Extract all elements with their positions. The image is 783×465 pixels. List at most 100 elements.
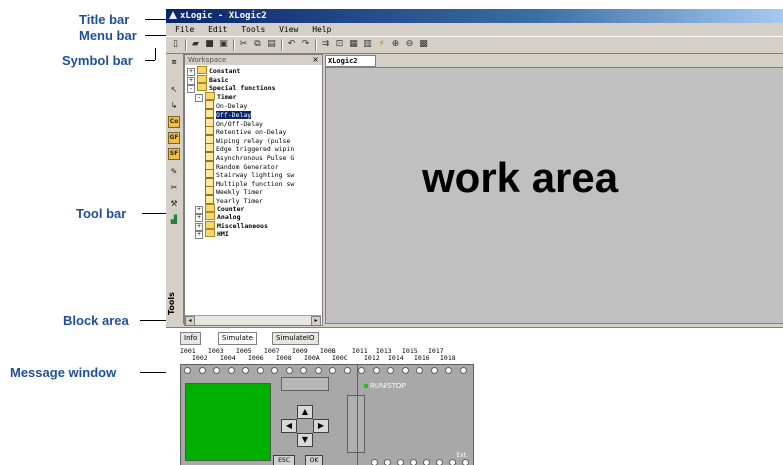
tree-item[interactable]: Weekly Timer (205, 186, 263, 196)
tree-item[interactable]: Asynchronous Pulse G (205, 152, 294, 162)
expand-icon[interactable]: + (195, 231, 203, 240)
output-terminal (436, 459, 443, 465)
workspace-header: Workspace × (185, 55, 322, 65)
menu-tools[interactable]: Tools (241, 23, 265, 36)
collapse-icon[interactable]: - (195, 93, 203, 102)
output-terminal (449, 459, 456, 465)
block-tree: + Constant + Basic - Special functions - Timer O… (185, 66, 321, 314)
tree-item[interactable]: Wiping relay (pulse (205, 134, 290, 145)
workspace-title: Workspace (188, 56, 227, 64)
redo-icon[interactable]: ↷ (300, 39, 311, 50)
key-up-icon[interactable]: ▲ (297, 405, 313, 419)
layers-icon[interactable]: ⧈ (168, 56, 180, 68)
esc-button[interactable]: ESC (273, 455, 295, 465)
copy-icon[interactable]: ⧉ (252, 39, 263, 50)
scroll-left-icon[interactable]: ◂ (185, 316, 195, 326)
callout-line-message-window (140, 372, 166, 373)
input-terminal (198, 367, 206, 374)
menu-view[interactable]: View (279, 23, 298, 36)
flash-icon[interactable]: ⚡ (376, 39, 387, 50)
paste-icon[interactable]: ▤ (266, 39, 277, 50)
output-terminal (410, 459, 417, 465)
tree-folder[interactable]: + Analog (195, 212, 240, 223)
tree-folder[interactable]: + HMI (195, 229, 229, 240)
tab-simulate-io[interactable]: SimulateIO (272, 332, 319, 345)
key-right-icon[interactable]: ▶ (313, 419, 329, 433)
callout-menu-bar: Menu bar (79, 28, 137, 43)
callout-tool-bar: Tool bar (76, 206, 127, 221)
connector-icon[interactable]: ↳ (168, 100, 180, 112)
close-icon[interactable]: × (312, 55, 319, 65)
input-terminal (285, 367, 293, 374)
tree-item[interactable]: Edge triggered wipin (205, 143, 294, 153)
tool-constant[interactable]: Co (168, 116, 180, 128)
text-icon[interactable]: ✎ (168, 166, 180, 178)
input-terminal (430, 367, 438, 374)
tree-folder[interactable]: + Counter (195, 203, 244, 214)
plc-device: ▲ ◀ ▶ ▼ ESC OK RUN/STOP Ext. (180, 364, 474, 465)
zoom-out-icon[interactable]: ⊖ (404, 39, 415, 50)
scroll-right-icon[interactable]: ▸ (311, 316, 321, 326)
callout-line-tool-bar (142, 213, 166, 214)
tool-special-function[interactable]: SF (168, 148, 180, 160)
tab-simulate[interactable]: Simulate (218, 332, 257, 345)
tree-folder[interactable]: - Special functions (187, 83, 276, 94)
input-terminal (184, 367, 191, 374)
input-label: I00C (332, 354, 348, 362)
tree-folder[interactable]: + Miscellaneous (195, 220, 268, 231)
folder-icon (197, 66, 207, 74)
cut-icon[interactable]: ✂ (238, 39, 249, 50)
tree-item[interactable]: On/Off-Delay (205, 117, 263, 128)
input-terminal (271, 367, 278, 374)
save-icon[interactable]: ■ (204, 39, 215, 50)
app-icon (169, 10, 177, 19)
input-terminal (256, 367, 264, 374)
workspace-horizontal-scrollbar[interactable]: ◂ ▸ (185, 315, 321, 326)
key-left-icon[interactable]: ◀ (281, 419, 297, 433)
tree-item[interactable]: Yearly Timer (205, 195, 263, 205)
save-all-icon[interactable]: ▣ (218, 39, 229, 50)
undo-icon[interactable]: ↶ (286, 39, 297, 50)
input-terminal (445, 367, 452, 374)
title-bar[interactable]: xLogic - XLogic2 (166, 9, 783, 23)
new-icon[interactable]: ▯ (170, 39, 181, 50)
zoom-in-icon[interactable]: ⊕ (390, 39, 401, 50)
input-label: I004 (220, 354, 236, 362)
tree-item[interactable]: Retentive on-Delay (205, 126, 286, 136)
ok-button[interactable]: OK (305, 455, 323, 465)
tree-item[interactable]: On-Delay (205, 100, 247, 110)
grid-icon[interactable]: ▩ (418, 39, 429, 50)
tree-item[interactable]: Multiple function sw (205, 177, 294, 188)
editor-tab[interactable]: XLogic2 (325, 55, 376, 67)
tree-folder[interactable]: + Constant (187, 66, 240, 76)
simulate-icon[interactable]: ▦ (348, 39, 359, 50)
input-terminal (314, 367, 322, 374)
input-terminal (372, 367, 380, 374)
menu-edit[interactable]: Edit (208, 23, 227, 36)
zoom-fit-icon[interactable]: ⊡ (334, 39, 345, 50)
tool-basic-function[interactable]: GF (168, 132, 180, 144)
tree-item[interactable]: Random Generator (205, 160, 279, 171)
key-down-icon[interactable]: ▼ (297, 433, 313, 447)
callout-line-title-bar (145, 19, 167, 20)
connect-icon[interactable]: ⇉ (320, 39, 331, 50)
print-icon[interactable]: ▥ (362, 39, 373, 50)
tab-info[interactable]: Info (180, 332, 202, 345)
open-icon[interactable]: ▰ (190, 39, 201, 50)
tree-folder[interactable]: - Timer (195, 91, 237, 102)
folder-icon (197, 83, 207, 92)
folder-icon (205, 229, 215, 238)
cut-wire-icon[interactable]: ✂ (168, 182, 180, 194)
pointer-icon[interactable]: ↖ (168, 84, 180, 96)
toolbar-separator (315, 39, 317, 51)
menu-file[interactable]: File (175, 23, 194, 36)
tree-item[interactable]: Off-Delay (205, 109, 252, 119)
menu-help[interactable]: Help (312, 23, 331, 36)
online-test-icon[interactable]: ▟ (168, 214, 180, 226)
input-label: I00A (304, 354, 320, 362)
collapse-icon[interactable]: - (187, 85, 195, 94)
tree-item[interactable]: Stairway lighting sw (205, 169, 294, 179)
simulation-icon[interactable]: ⚒ (168, 198, 180, 210)
tree-folder[interactable]: + Basic (187, 74, 229, 85)
work-area-canvas[interactable]: work area (325, 67, 783, 324)
